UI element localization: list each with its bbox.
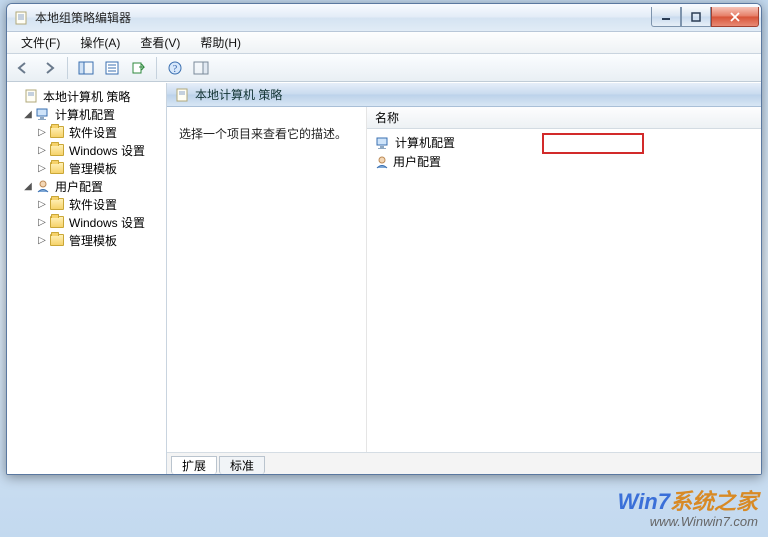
watermark-zh: 系统之家 — [670, 489, 758, 514]
tree-user-config[interactable]: ◢ 用户配置 — [9, 177, 164, 195]
folder-icon — [49, 142, 65, 158]
export-list-button[interactable] — [126, 57, 150, 79]
titlebar[interactable]: 本地组策略编辑器 — [7, 4, 761, 32]
user-icon — [375, 155, 389, 169]
list-item-computer-config[interactable]: 计算机配置 — [373, 133, 755, 152]
forward-button[interactable] — [37, 57, 61, 79]
folder-icon — [49, 232, 65, 248]
tab-standard[interactable]: 标准 — [219, 456, 265, 474]
description-text: 选择一个项目来查看它的描述。 — [179, 127, 347, 141]
tab-label: 扩展 — [182, 457, 206, 474]
blank-twisty — [9, 89, 23, 103]
window-controls — [651, 7, 759, 27]
tree-windows-settings[interactable]: ▷ Windows 设置 — [9, 213, 164, 231]
folder-icon — [49, 124, 65, 140]
policy-icon — [13, 10, 29, 26]
folder-icon — [49, 160, 65, 176]
menu-view[interactable]: 查看(V) — [130, 32, 190, 53]
toolbar: ? — [7, 54, 761, 82]
tree-label: 软件设置 — [69, 196, 117, 213]
list-item-label: 计算机配置 — [395, 134, 455, 151]
tab-label: 标准 — [230, 457, 254, 474]
folder-icon — [49, 214, 65, 230]
tree-root[interactable]: 本地计算机 策略 — [9, 87, 164, 105]
expand-icon[interactable]: ▷ — [35, 143, 49, 157]
expand-icon[interactable]: ▷ — [35, 125, 49, 139]
collapse-icon[interactable]: ◢ — [21, 107, 35, 121]
window-title: 本地组策略编辑器 — [35, 9, 651, 26]
expand-icon[interactable]: ▷ — [35, 161, 49, 175]
menu-help[interactable]: 帮助(H) — [190, 32, 251, 53]
details-header-text: 本地计算机 策略 — [195, 86, 282, 103]
tree-pane[interactable]: 本地计算机 策略 ◢ 计算机配置 ▷ 软件设置 ▷ Windows 设置 ▷ 管… — [7, 83, 167, 474]
expand-icon[interactable]: ▷ — [35, 215, 49, 229]
help-button[interactable]: ? — [163, 57, 187, 79]
policy-icon — [175, 88, 189, 102]
content-area: 本地计算机 策略 ◢ 计算机配置 ▷ 软件设置 ▷ Windows 设置 ▷ 管… — [7, 82, 761, 474]
tree-label: 用户配置 — [55, 178, 103, 195]
minimize-button[interactable] — [651, 7, 681, 27]
tree-software-settings[interactable]: ▷ 软件设置 — [9, 123, 164, 141]
separator — [67, 57, 68, 79]
tree-label: 计算机配置 — [55, 106, 115, 123]
computer-icon — [35, 106, 51, 122]
watermark-url: www.Winwin7.com — [618, 514, 758, 529]
tabstrip: 扩展 标准 — [167, 452, 761, 474]
list-items: 计算机配置 用户配置 — [367, 129, 761, 175]
menu-action[interactable]: 操作(A) — [70, 32, 130, 53]
svg-text:?: ? — [173, 64, 178, 75]
tree-label: 软件设置 — [69, 124, 117, 141]
tree-label: Windows 设置 — [69, 214, 145, 231]
menu-file[interactable]: 文件(F) — [11, 32, 70, 53]
expand-icon[interactable]: ▷ — [35, 197, 49, 211]
tree-computer-config[interactable]: ◢ 计算机配置 — [9, 105, 164, 123]
collapse-icon[interactable]: ◢ — [21, 179, 35, 193]
back-button[interactable] — [11, 57, 35, 79]
folder-icon — [49, 196, 65, 212]
column-label: 名称 — [375, 109, 399, 126]
show-hide-action-pane-button[interactable] — [189, 57, 213, 79]
watermark-brand: Win7系统之家 — [618, 484, 758, 516]
computer-icon — [375, 136, 391, 150]
tree-admin-templates[interactable]: ▷ 管理模板 — [9, 159, 164, 177]
separator — [156, 57, 157, 79]
column-header-name[interactable]: 名称 — [367, 107, 761, 129]
properties-button[interactable] — [100, 57, 124, 79]
tree-admin-templates[interactable]: ▷ 管理模板 — [9, 231, 164, 249]
policy-icon — [23, 88, 39, 104]
menubar: 文件(F) 操作(A) 查看(V) 帮助(H) — [7, 32, 761, 54]
tree-windows-settings[interactable]: ▷ Windows 设置 — [9, 141, 164, 159]
main-window: 本地组策略编辑器 文件(F) 操作(A) 查看(V) 帮助(H) ? 本地计算机… — [6, 3, 762, 475]
watermark-win7: Win7 — [618, 489, 670, 514]
watermark: Win7系统之家 www.Winwin7.com — [618, 484, 758, 529]
list-item-label: 用户配置 — [393, 153, 441, 170]
tree-label: 管理模板 — [69, 160, 117, 177]
details-header: 本地计算机 策略 — [167, 83, 761, 107]
tree-software-settings[interactable]: ▷ 软件设置 — [9, 195, 164, 213]
list-column: 名称 计算机配置 用户配置 — [367, 107, 761, 452]
user-icon — [35, 178, 51, 194]
show-hide-tree-button[interactable] — [74, 57, 98, 79]
close-button[interactable] — [711, 7, 759, 27]
maximize-button[interactable] — [681, 7, 711, 27]
list-item-user-config[interactable]: 用户配置 — [373, 152, 755, 171]
details-body: 选择一个项目来查看它的描述。 名称 计算机配置 用户配置 — [167, 107, 761, 452]
details-pane: 本地计算机 策略 选择一个项目来查看它的描述。 名称 计算机配置 — [167, 83, 761, 474]
description-column: 选择一个项目来查看它的描述。 — [167, 107, 367, 452]
expand-icon[interactable]: ▷ — [35, 233, 49, 247]
tree-label: 管理模板 — [69, 232, 117, 249]
tab-extended[interactable]: 扩展 — [171, 456, 217, 474]
tree-label: Windows 设置 — [69, 142, 145, 159]
tree-label: 本地计算机 策略 — [43, 88, 130, 105]
